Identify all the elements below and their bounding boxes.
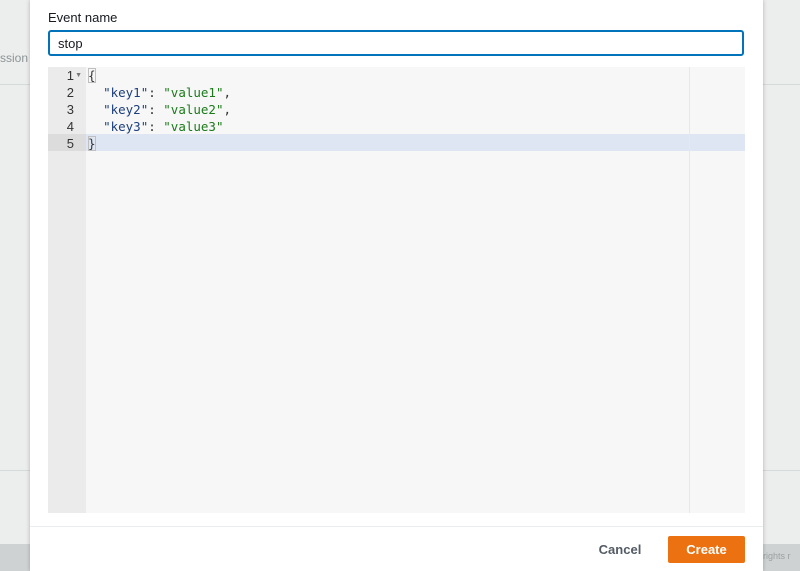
line-number-text: 1	[66, 68, 74, 83]
background-copyright-text: rights r	[763, 551, 791, 561]
line-number: 1 ▼	[48, 67, 86, 84]
line-number-text: 5	[66, 136, 74, 151]
background-right-strip	[763, 0, 800, 571]
json-brace: {	[88, 68, 96, 83]
code-text: :	[148, 85, 164, 100]
code-text: :	[148, 102, 164, 117]
fold-arrow-icon[interactable]: ▼	[75, 67, 82, 84]
event-name-label: Event name	[48, 10, 118, 25]
json-brace: }	[88, 136, 96, 151]
event-name-input[interactable]	[48, 30, 744, 56]
code-line: {	[88, 67, 231, 84]
configure-test-event-modal: Event name 1▼2 3 4 5 { "key1": "value1", "k…	[30, 0, 763, 571]
print-margin-line	[689, 67, 690, 513]
line-number: 5	[48, 135, 86, 152]
json-key: "key3"	[103, 119, 149, 134]
json-string: "value1"	[163, 85, 224, 100]
line-number-text: 4	[66, 119, 74, 134]
code-content[interactable]: { "key1": "value1", "key2": "value2", "k…	[88, 67, 231, 152]
background-partial-text: ssion	[0, 51, 29, 65]
json-string: "value2"	[163, 102, 224, 117]
line-number-text: 2	[66, 85, 74, 100]
code-line: }	[88, 135, 231, 152]
json-key: "key1"	[103, 85, 149, 100]
code-line: "key1": "value1",	[88, 84, 231, 101]
code-text: ,	[223, 85, 232, 100]
background-left-strip	[0, 0, 30, 571]
create-button[interactable]: Create	[668, 536, 745, 563]
code-line: "key2": "value2",	[88, 101, 231, 118]
code-text: ,	[223, 102, 232, 117]
line-numbers: 1 ▼ 2 3 4 5	[48, 67, 86, 152]
line-number: 4	[48, 118, 86, 135]
line-number: 2	[48, 84, 86, 101]
code-text: :	[148, 119, 164, 134]
json-string: "value3"	[163, 119, 224, 134]
line-number-text: 3	[66, 102, 74, 117]
json-code-editor[interactable]: 1 ▼ 2 3 4 5 { "key1": "value1", "key2": "valu…	[48, 67, 745, 513]
code-line: "key3": "value3"	[88, 118, 231, 135]
json-key: "key2"	[103, 102, 149, 117]
cancel-button[interactable]: Cancel	[590, 536, 650, 563]
footer-divider	[30, 526, 763, 527]
line-number: 3	[48, 101, 86, 118]
